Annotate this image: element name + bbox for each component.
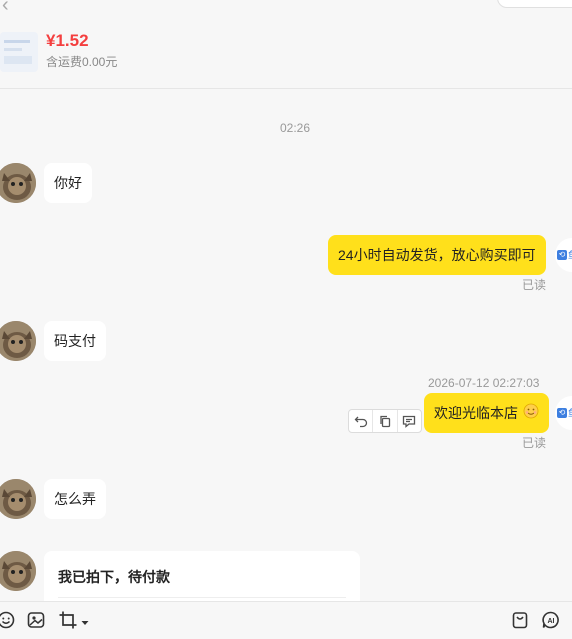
message-bubble[interactable]: 怎么弄 (44, 479, 106, 519)
shipping-fee: 含运费0.00元 (46, 55, 118, 69)
message-bubble[interactable]: 欢迎光临本店 (424, 393, 549, 433)
buyer-avatar[interactable] (0, 479, 36, 519)
read-status: 已读 (522, 436, 547, 450)
buyer-avatar[interactable] (0, 321, 36, 361)
emoji-icon[interactable] (0, 610, 16, 630)
back-icon[interactable]: ‹ (2, 0, 9, 17)
smile-emoji-icon (523, 394, 539, 434)
message-actions (348, 409, 422, 433)
card-divider (58, 597, 346, 598)
message-bubble[interactable]: 你好 (44, 163, 92, 203)
header-action-button[interactable] (497, 0, 572, 8)
message-timestamp: 2026-07-12 02:27:03 (428, 376, 540, 390)
input-toolbar: AI (0, 601, 572, 639)
order-bag-icon[interactable] (510, 610, 530, 630)
message-bubble[interactable]: 24小时自动发货，放心购买即可 (328, 235, 546, 275)
crop-screenshot-icon[interactable] (58, 610, 78, 630)
buyer-avatar[interactable] (0, 163, 36, 203)
recall-icon[interactable] (349, 410, 374, 432)
chevron-down-icon[interactable] (80, 615, 90, 625)
chat-time-divider: 02:26 (279, 121, 311, 135)
svg-text:AI: AI (548, 618, 555, 625)
seller-avatar[interactable]: ⟲ 鱼 (555, 238, 572, 272)
buyer-avatar[interactable] (0, 551, 36, 591)
product-thumbnail[interactable] (0, 32, 38, 72)
image-icon[interactable] (26, 610, 46, 630)
order-header: ‹ ¥1.52 含运费0.00元 (0, 0, 572, 89)
copy-icon[interactable] (373, 410, 398, 432)
seller-avatar[interactable]: ⟲ 鱼 (555, 396, 572, 430)
seller-logo-icon: ⟲ (557, 250, 567, 260)
quote-icon[interactable] (398, 410, 421, 432)
seller-logo-icon: ⟲ (557, 408, 567, 418)
message-bubble[interactable]: 码支付 (44, 321, 106, 361)
order-status-title: 我已拍下，待付款 (58, 569, 170, 585)
ai-assistant-icon[interactable]: AI (541, 610, 561, 630)
product-price: ¥1.52 (46, 31, 89, 50)
read-status: 已读 (522, 278, 547, 292)
